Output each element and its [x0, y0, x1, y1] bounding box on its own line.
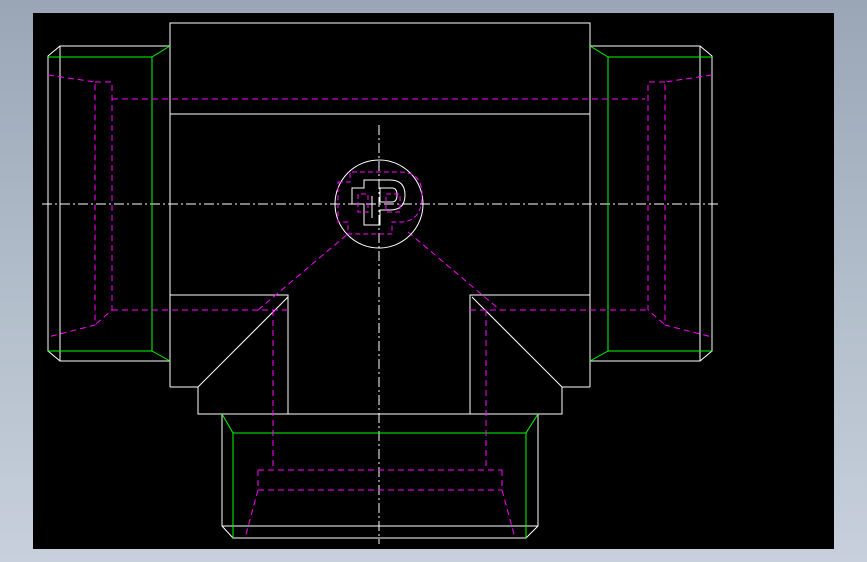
cad-drawing-canvas — [33, 13, 834, 549]
cad-viewport[interactable] — [33, 13, 834, 549]
drawing-background — [33, 13, 834, 549]
